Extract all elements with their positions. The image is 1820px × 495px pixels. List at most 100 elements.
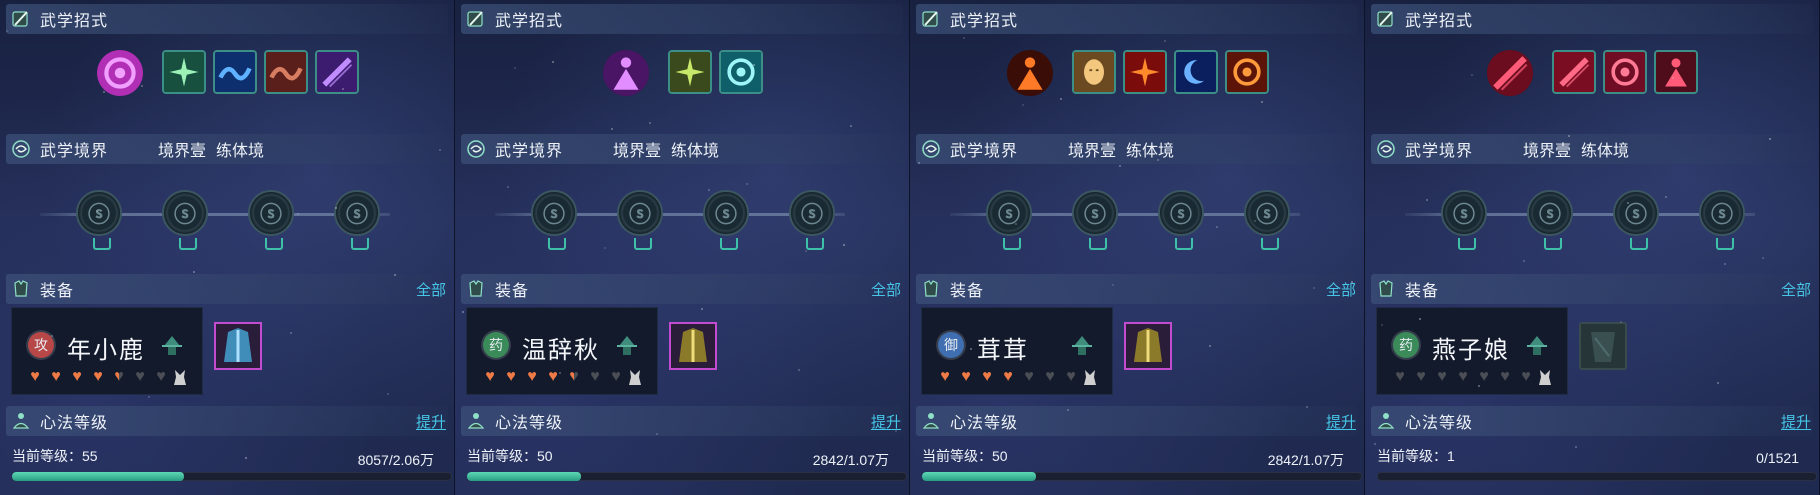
moves-title: 武学招式 <box>40 13 109 30</box>
role-badge: 药 <box>483 332 509 358</box>
heart-icon: ♥ <box>1479 368 1489 385</box>
realm-node[interactable]: ⓢ <box>76 190 122 250</box>
meditation-icon <box>465 410 487 432</box>
violet-figure-skill-icon[interactable] <box>602 50 649 96</box>
character-card[interactable]: 药 燕子娘 ♥ ♥ ♥ ♥ ♥ ♥ ♥ <box>1377 308 1567 394</box>
background-star <box>805 250 807 252</box>
realm-node[interactable]: ⓢ <box>1072 190 1118 250</box>
cyan-spiral-skill-icon[interactable] <box>718 50 763 94</box>
realm-node[interactable]: ⓢ <box>162 190 208 250</box>
background-star <box>1313 287 1315 289</box>
background-star <box>1478 385 1480 387</box>
heart-icon: ♥ <box>51 368 61 385</box>
realm-meta: 境界壹 练体境 <box>1068 137 1184 161</box>
moves-header: 武学招式 <box>916 4 1358 34</box>
fire-figure-skill-icon[interactable] <box>1006 50 1053 96</box>
crimson-swirl-skill-icon[interactable] <box>1603 50 1647 94</box>
background-star <box>1530 141 1532 143</box>
node-base <box>720 238 738 250</box>
gear-slot[interactable] <box>669 322 717 370</box>
upgrade-link[interactable]: 提升 <box>871 411 901 432</box>
gear-slot[interactable] <box>214 322 262 370</box>
character-card[interactable]: 御 茸茸 ♥ ♥ ♥ ♥ ♥ ♥ ♥ <box>922 308 1112 394</box>
background-star <box>51 335 53 337</box>
character-panel-3: 武学招式 武学境界 境界壹 练体境 ⓢ ⓢ ⓢ ⓢ 装备 全部 御 茸茸 ♥ ♥… <box>910 0 1365 495</box>
realm-node[interactable]: ⓢ <box>531 190 577 250</box>
heart-icon: ♥ <box>72 368 82 385</box>
background-star <box>238 146 240 148</box>
crimson-slash-2-skill-icon[interactable] <box>1552 50 1596 94</box>
realm-node[interactable]: ⓢ <box>248 190 294 250</box>
realm-nodes: ⓢ ⓢ ⓢ ⓢ <box>40 190 400 250</box>
background-star <box>6 30 8 32</box>
skill-list <box>910 50 1364 100</box>
background-star <box>1381 324 1383 326</box>
realm-node[interactable]: ⓢ <box>1244 190 1290 250</box>
upgrade-link[interactable]: 提升 <box>1781 411 1811 432</box>
background-star <box>850 125 852 127</box>
realm-node[interactable]: ⓢ <box>1527 190 1573 250</box>
blue-serpent-skill-icon[interactable] <box>212 50 257 94</box>
green-burst-skill-icon[interactable] <box>161 50 206 94</box>
character-card[interactable]: 药 温辞秋 ♥ ♥ ♥ ♥ ♥ ♥ ♥ <box>467 308 657 394</box>
exp-value: 8057/2.06万 <box>357 452 434 468</box>
equip-all-link[interactable]: 全部 <box>871 279 901 300</box>
crimson-slash-skill-icon[interactable] <box>1487 50 1533 96</box>
flame-swirl-skill-icon[interactable] <box>1224 50 1269 94</box>
blue-moon-skill-icon[interactable] <box>1173 50 1218 94</box>
red-dragon-skill-icon[interactable] <box>263 50 308 94</box>
realm-node[interactable]: ⓢ <box>1699 190 1745 250</box>
realm-node[interactable]: ⓢ <box>986 190 1032 250</box>
character-panel-1: 武学招式 武学境界 境界壹 练体境 ⓢ ⓢ ⓢ ⓢ 装备 全部 攻 年小鹿 ♥ … <box>0 0 455 495</box>
heart-icon: ♥ <box>590 368 600 385</box>
violet-slash-skill-icon[interactable] <box>314 50 359 94</box>
crimson-figure-skill-icon[interactable] <box>1654 50 1698 94</box>
equip-header: 装备 全部 <box>461 274 903 304</box>
realm-header: 武学境界 境界壹 练体境 <box>461 134 903 164</box>
golden-face-skill-icon[interactable] <box>1071 50 1116 94</box>
green-light-skill-icon[interactable] <box>667 50 712 94</box>
background-star <box>559 372 561 374</box>
realm-node[interactable]: ⓢ <box>1158 190 1204 250</box>
node-base <box>1716 238 1734 250</box>
realm-node[interactable]: ⓢ <box>789 190 835 250</box>
realm-node[interactable]: ⓢ <box>334 190 380 250</box>
upgrade-link[interactable]: 提升 <box>1326 411 1356 432</box>
xinfa-header: 心法等级 提升 <box>1371 406 1813 436</box>
realm-node[interactable]: ⓢ <box>703 190 749 250</box>
realm-node[interactable]: ⓢ <box>1441 190 1487 250</box>
armor-icon <box>10 278 32 300</box>
background-star <box>290 332 292 334</box>
node-base <box>1089 238 1107 250</box>
current-level-label: 当前等级： <box>1377 448 1447 464</box>
background-star <box>335 207 337 209</box>
background-star <box>1419 318 1421 320</box>
purple-vortex-skill-icon[interactable] <box>96 50 143 96</box>
heart-icon: ♥ <box>940 368 950 385</box>
gear-slot[interactable] <box>1124 322 1172 370</box>
character-card[interactable]: 攻 年小鹿 ♥ ♥ ♥ ♥ ♥ ♥ ♥ <box>12 308 202 394</box>
background-star <box>103 91 105 93</box>
current-level-value: 50 <box>992 448 1008 464</box>
background-star <box>552 61 554 63</box>
background-star <box>1164 40 1166 42</box>
empty-gear-slot[interactable] <box>1579 322 1627 370</box>
background-star <box>387 393 389 395</box>
equip-all-link[interactable]: 全部 <box>416 279 446 300</box>
current-level: 当前等级：55 <box>12 446 98 466</box>
red-explosion-skill-icon[interactable] <box>1122 50 1167 94</box>
realm-node[interactable]: ⓢ <box>617 190 663 250</box>
background-star <box>342 88 344 90</box>
realm-meta: 境界壹 练体境 <box>613 137 729 161</box>
upgrade-link[interactable]: 提升 <box>416 411 446 432</box>
armor-icon <box>920 278 942 300</box>
background-star <box>1157 159 1159 161</box>
xinfa-title: 心法等级 <box>1405 415 1474 432</box>
background-star <box>1672 77 1674 79</box>
equip-all-link[interactable]: 全部 <box>1781 279 1811 300</box>
realm-node[interactable]: ⓢ <box>1613 190 1659 250</box>
exp-value: 2842/1.07万 <box>1267 452 1344 468</box>
realm-nodes: ⓢ ⓢ ⓢ ⓢ <box>1405 190 1765 250</box>
role-badge: 药 <box>1393 332 1419 358</box>
background-star <box>439 149 441 151</box>
